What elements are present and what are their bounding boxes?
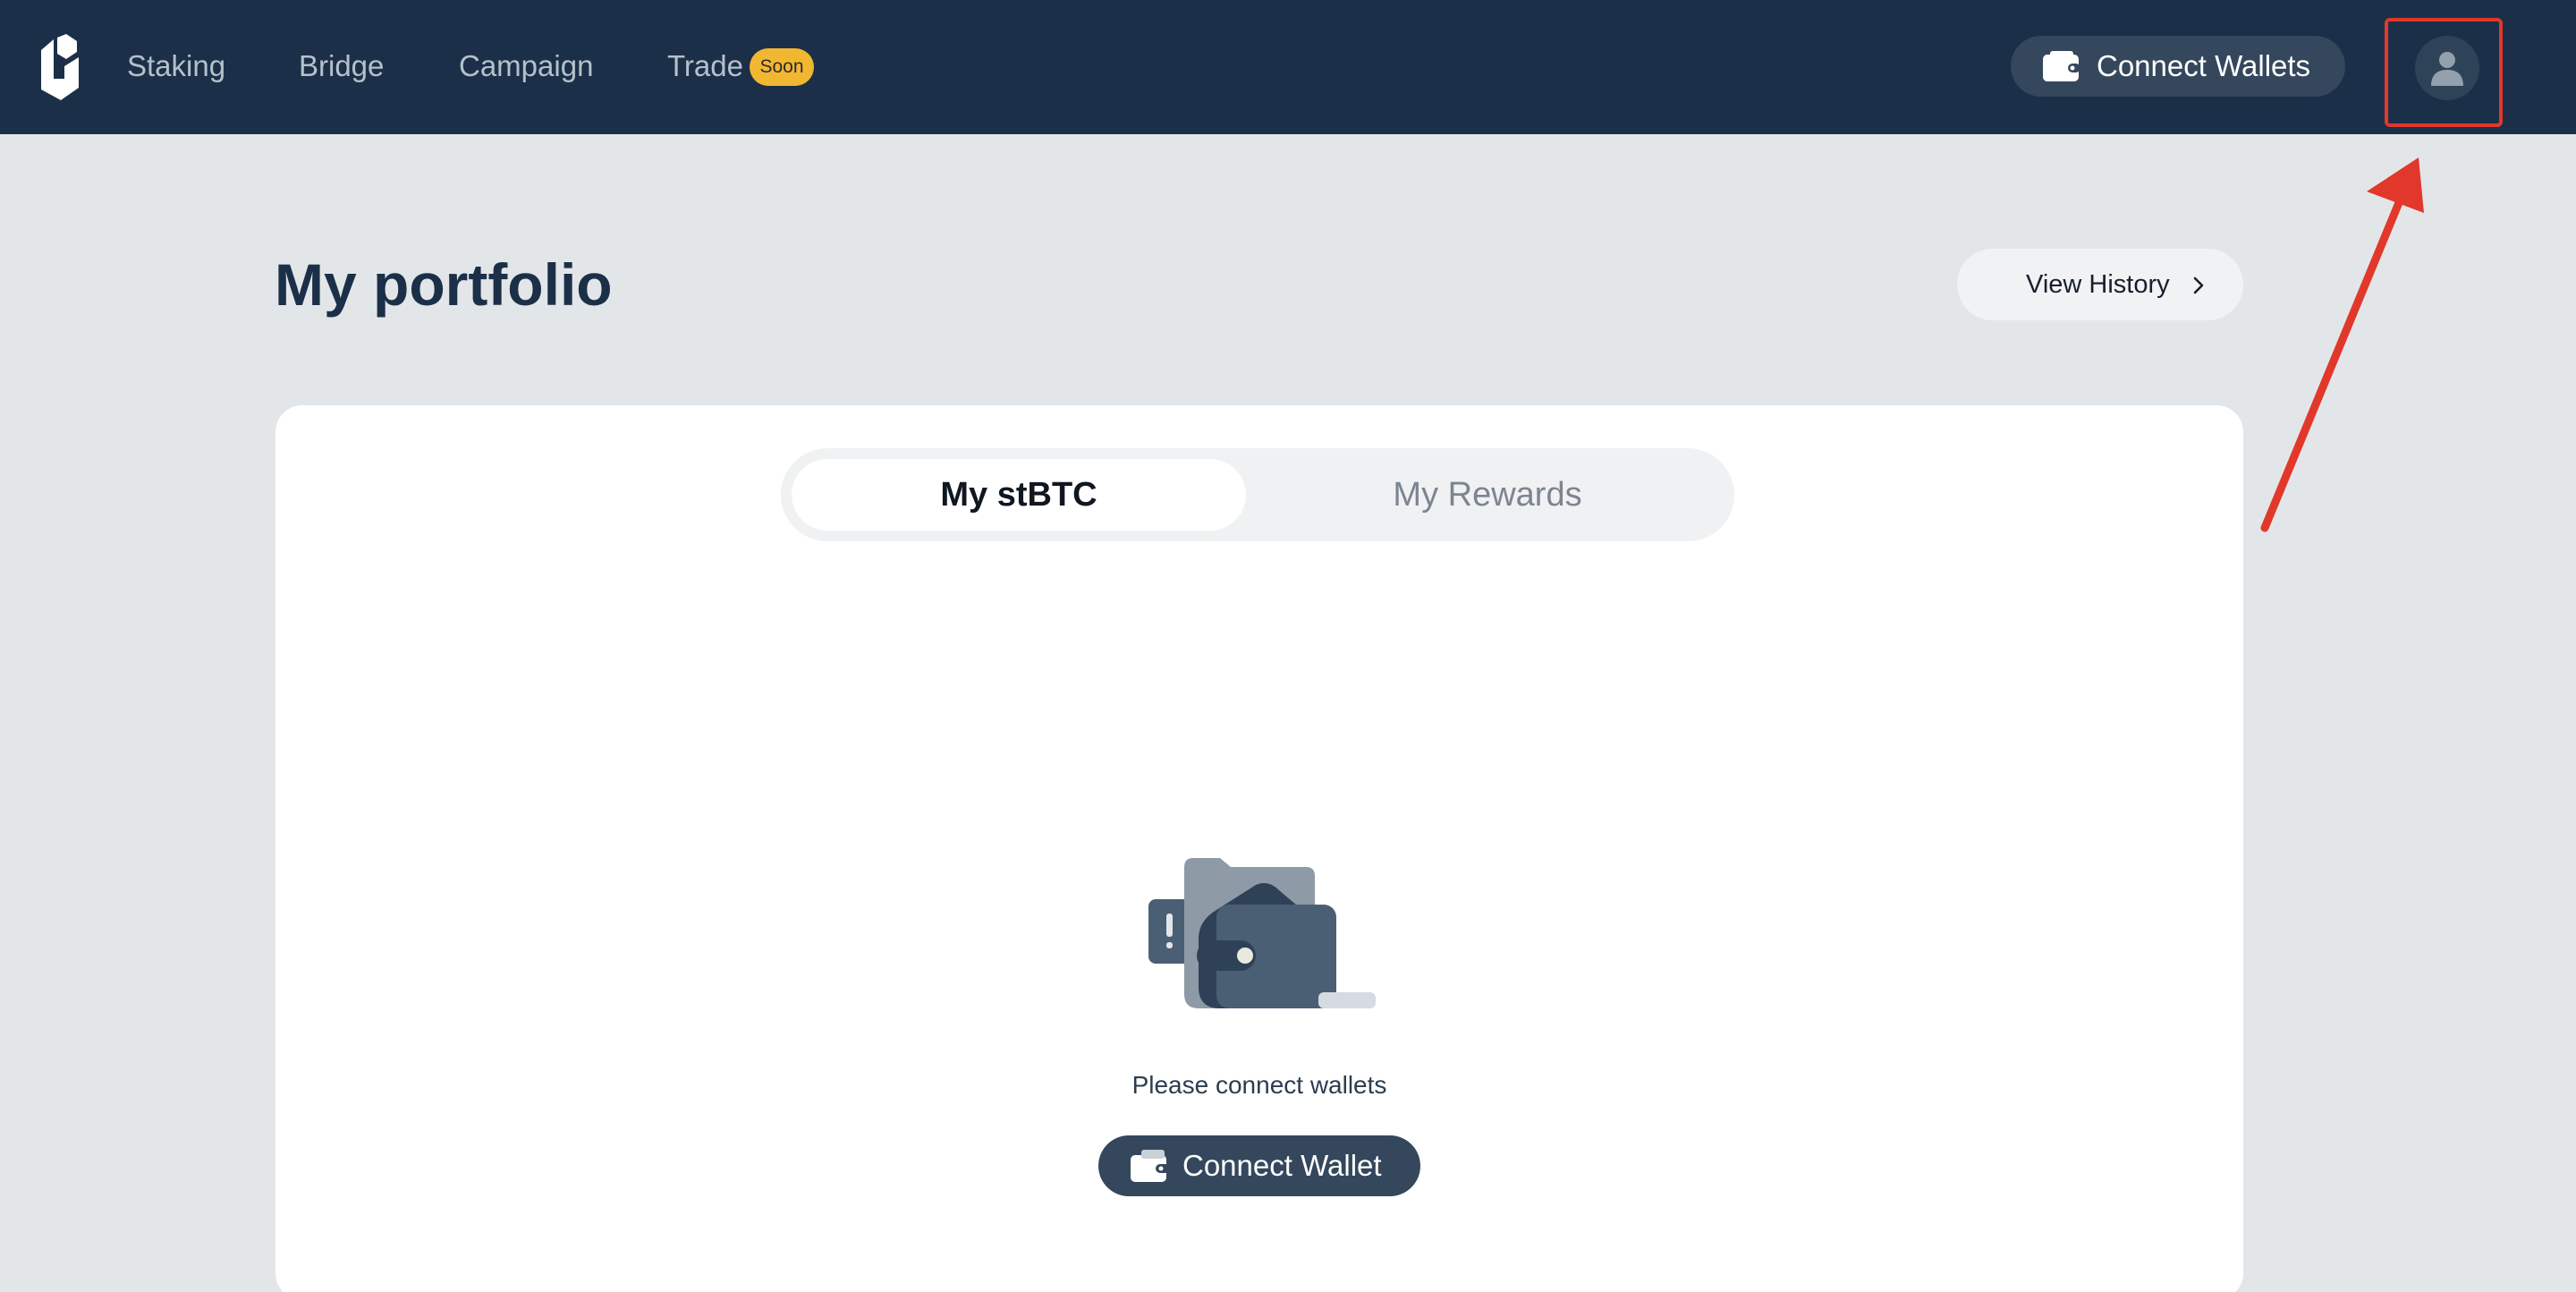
nav-staking[interactable]: Staking	[127, 48, 225, 84]
nav-campaign[interactable]: Campaign	[459, 48, 593, 84]
top-navigation-bar: Staking Bridge Campaign Trade Soon Conne…	[0, 0, 2576, 134]
empty-state-message: Please connect wallets	[1131, 1071, 1387, 1099]
soon-badge: Soon	[750, 48, 814, 86]
annotation-arrow	[2260, 157, 2424, 532]
connect-wallet-label: Connect Wallet	[1182, 1149, 1382, 1182]
empty-wallet-illustration	[1148, 858, 1376, 1008]
connect-wallets-label: Connect Wallets	[2097, 49, 2311, 82]
user-avatar-button[interactable]	[2415, 36, 2479, 100]
page-title: My portfolio	[275, 251, 613, 318]
tab-my-stbtc[interactable]: My stBTC	[792, 459, 1246, 531]
connect-wallet-button[interactable]: Connect Wallet	[1098, 1135, 1420, 1196]
portfolio-tab-switch: My stBTC My Rewards	[781, 448, 1734, 541]
view-history-label: View History	[2026, 270, 2170, 299]
tab-my-rewards[interactable]: My Rewards	[1251, 459, 1724, 531]
wallet-icon	[1131, 1150, 1170, 1182]
nav-trade[interactable]: Trade	[667, 48, 743, 84]
user-icon	[2431, 52, 2463, 86]
chevron-right-icon	[2193, 276, 2204, 294]
view-history-button[interactable]: View History	[1957, 249, 2243, 320]
nav-bridge[interactable]: Bridge	[299, 48, 384, 84]
logo-icon[interactable]	[41, 34, 79, 100]
connect-wallets-button[interactable]: Connect Wallets	[2011, 36, 2345, 97]
wallet-icon	[2043, 51, 2080, 81]
portfolio-card: My stBTC My Rewards Please connect walle…	[275, 405, 2243, 1292]
